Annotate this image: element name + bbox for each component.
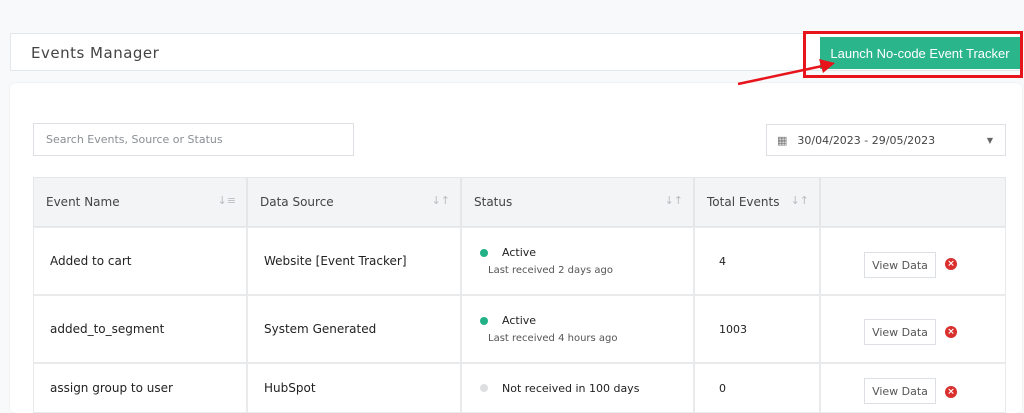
total-events: 0 <box>719 381 726 395</box>
sort-icon: ↓↑ <box>431 194 450 207</box>
data-source: HubSpot <box>264 381 316 395</box>
sort-icon: ↓↑ <box>790 194 809 207</box>
data-source: System Generated <box>264 322 377 336</box>
delete-icon[interactable]: × <box>945 258 957 270</box>
event-name: added_to_segment <box>50 322 165 336</box>
table-row-cell-source: HubSpot <box>247 363 461 413</box>
col-actions <box>820 177 1006 227</box>
col-data-source-label: Data Source <box>260 195 334 209</box>
sort-icon: ↓↑ <box>664 194 683 207</box>
status-dot <box>480 316 488 325</box>
event-name: assign group to user <box>50 381 173 395</box>
view-data-button[interactable]: View Data <box>864 378 936 404</box>
status-sub: Last received 2 days ago <box>488 265 613 276</box>
delete-icon[interactable]: × <box>945 326 957 338</box>
total-events: 1003 <box>719 322 747 336</box>
col-status[interactable]: Status ↓↑ <box>461 177 694 227</box>
col-data-source[interactable]: Data Source ↓↑ <box>247 177 461 227</box>
col-event-name[interactable]: Event Name ↓≡ <box>33 177 247 227</box>
calendar-icon: ▦ <box>777 133 788 147</box>
status-text: Active <box>502 314 537 327</box>
data-source: Website [Event Tracker] <box>264 254 407 268</box>
delete-icon[interactable]: × <box>945 386 957 398</box>
col-total-events[interactable]: Total Events ↓↑ <box>694 177 820 227</box>
col-event-name-label: Event Name <box>46 195 120 209</box>
event-name: Added to cart <box>50 254 132 268</box>
status-text: Active <box>502 246 537 259</box>
search-input[interactable] <box>33 123 354 156</box>
col-total-events-label: Total Events <box>707 195 780 209</box>
table-row-cell-status: Active Last received 2 days ago <box>461 227 694 295</box>
sort-icon: ↓≡ <box>217 194 236 207</box>
table-row-cell-total: 0 <box>694 363 820 413</box>
table-row-cell-name: Added to cart <box>33 227 247 295</box>
status-sub: Last received 4 hours ago <box>488 333 618 344</box>
table-row-cell-total: 1003 <box>694 295 820 363</box>
view-data-button[interactable]: View Data <box>864 252 936 278</box>
table-row-cell-source: Website [Event Tracker] <box>247 227 461 295</box>
date-range-picker[interactable]: ▦ 30/04/2023 - 29/05/2023 ▼ <box>766 124 1006 156</box>
date-range-value: 30/04/2023 - 29/05/2023 <box>797 133 936 147</box>
table-row-cell-name: added_to_segment <box>33 295 247 363</box>
table-row-cell-total: 4 <box>694 227 820 295</box>
col-status-label: Status <box>474 195 513 209</box>
table-row-cell-name: assign group to user <box>33 363 247 413</box>
status-dot <box>480 384 488 392</box>
status-dot <box>480 248 488 257</box>
view-data-button[interactable]: View Data <box>864 319 936 345</box>
table-row-cell-status: Active Last received 4 hours ago <box>461 295 694 363</box>
status-text: Not received in 100 days <box>502 381 640 395</box>
total-events: 4 <box>719 254 726 268</box>
page-title: Events Manager <box>31 44 160 62</box>
table-row-cell-source: System Generated <box>247 295 461 363</box>
table-row-cell-status: Not received in 100 days <box>461 363 694 413</box>
launch-event-tracker-button[interactable]: Launch No-code Event Tracker <box>820 37 1020 69</box>
chevron-down-icon: ▼ <box>986 135 993 145</box>
